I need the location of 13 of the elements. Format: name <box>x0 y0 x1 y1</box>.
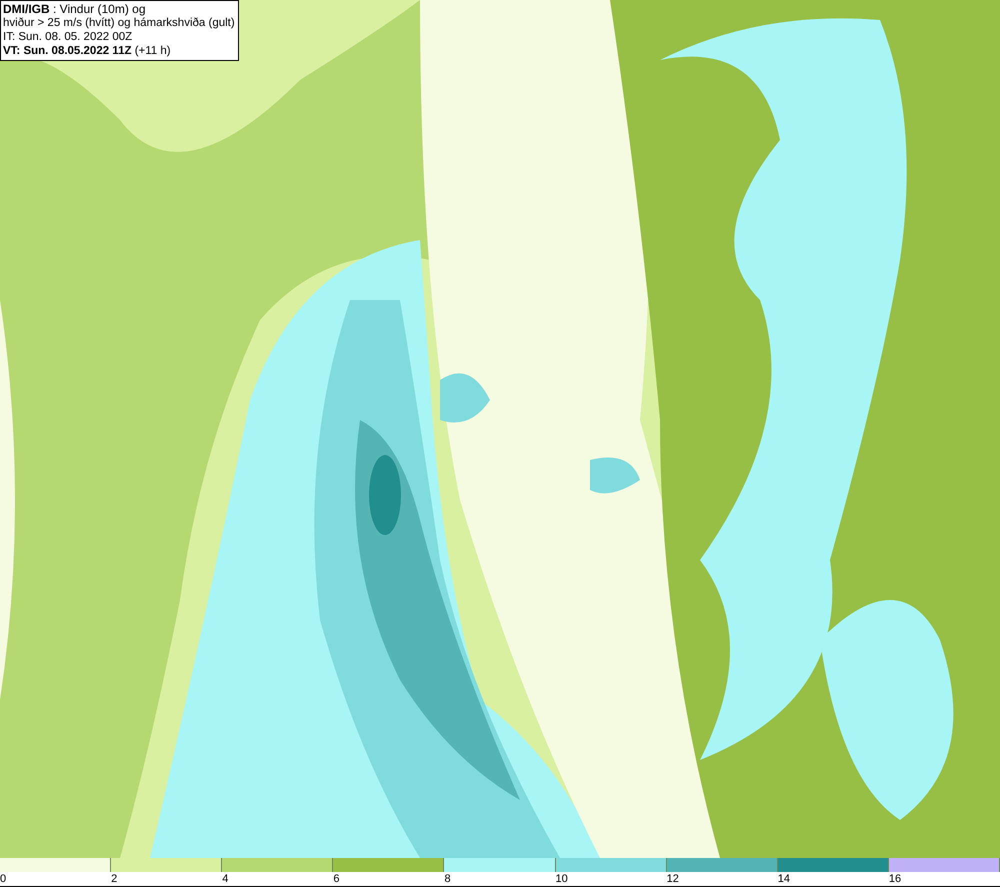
legend-tick-label: 0 <box>0 872 6 886</box>
header-text: DMI/IGB : Vindur (10m) og <box>3 2 146 16</box>
header-text: VT: Sun. 08.05.2022 11Z (+11 h) <box>3 44 172 58</box>
legend-tick-label: 8 <box>444 872 451 886</box>
legend-tick-label: 12 <box>666 872 679 886</box>
legend-tick-label: 10 <box>556 872 568 886</box>
legend-tick-label: 6 <box>333 872 340 886</box>
legend-tick-label: 4 <box>222 872 228 886</box>
legend-tick-label: 2 <box>111 872 118 886</box>
header-text: IT: Sun. 08. 05. 2022 00Z <box>3 30 134 44</box>
legend-tick-label: 16 <box>888 872 902 886</box>
legend-tick-label: 14 <box>778 872 790 886</box>
header-text: hviður > 25 m/s (hvítt) og hámarkshviða (gult) <box>3 16 235 30</box>
